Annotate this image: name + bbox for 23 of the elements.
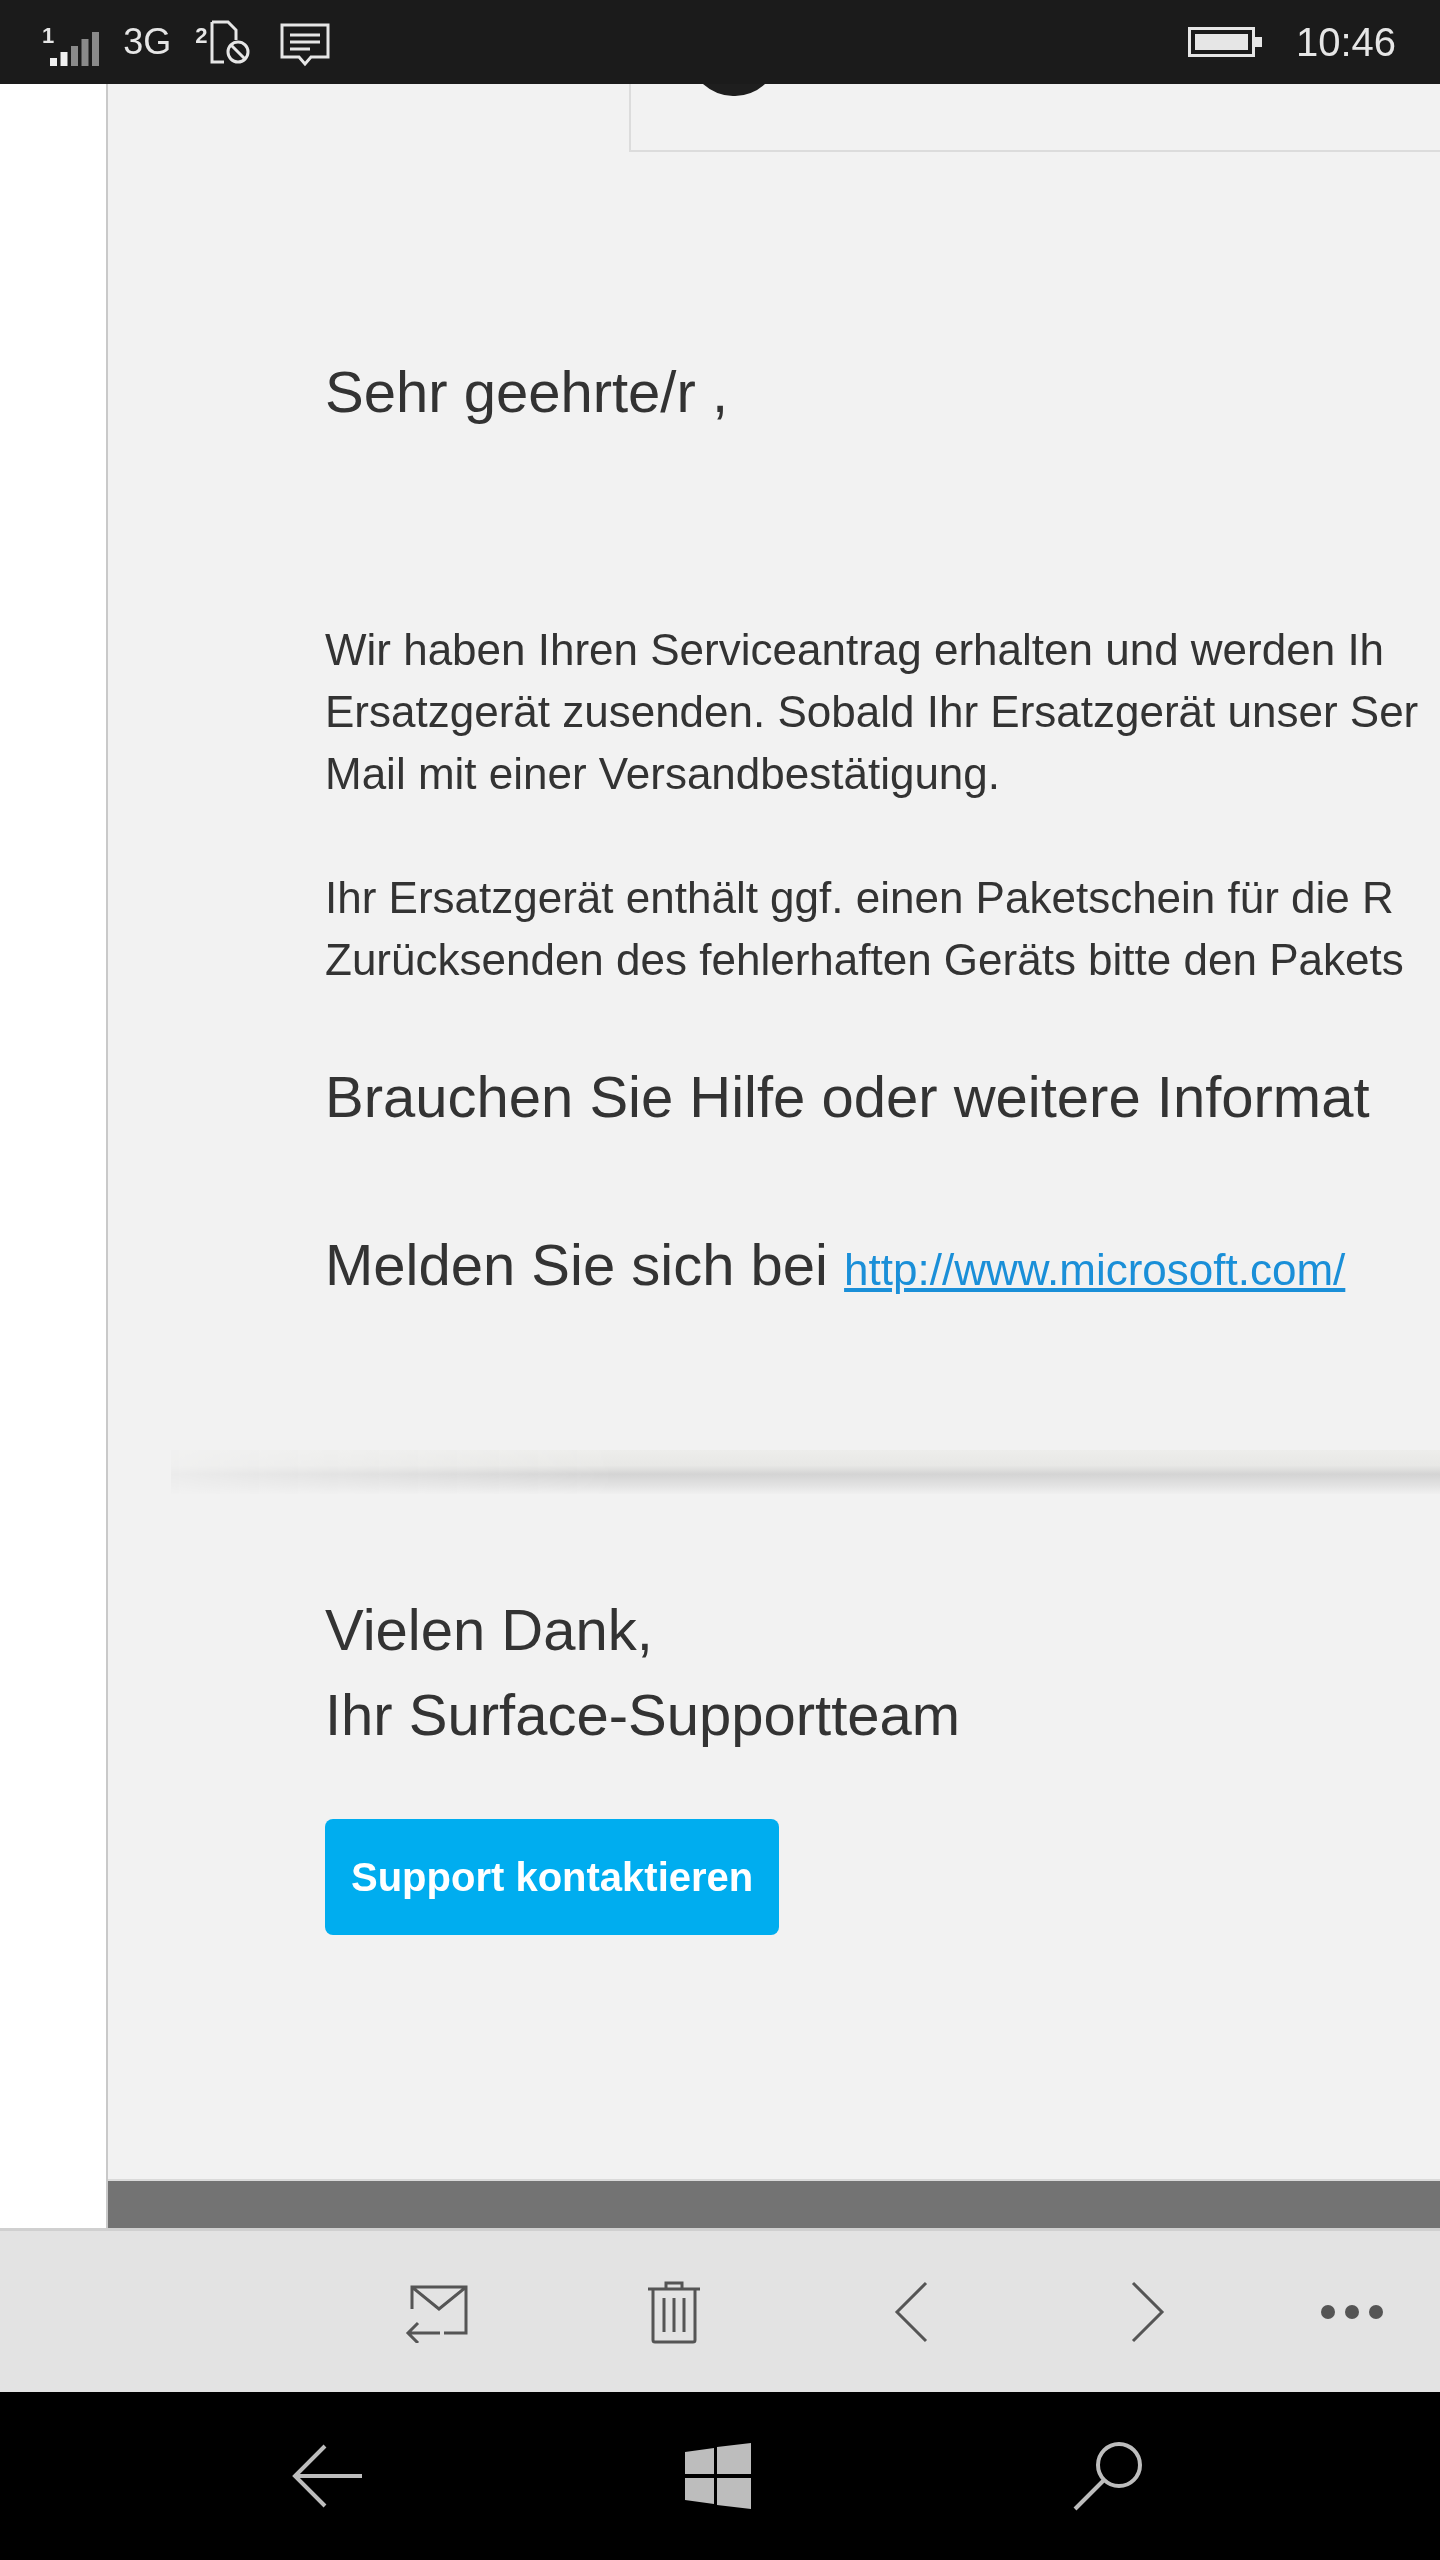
- body-paragraph: Wir haben Ihren Serviceantrag erhalten und werden Ih Ersatzgerät zusenden. Sobald Ihr Ersatzgerät unser Ser Mail mit einer Versandbestätigung.: [325, 624, 1419, 800]
- contact-support-button[interactable]: Support kontaktieren: [325, 1819, 780, 1935]
- message-icon: [279, 23, 330, 67]
- body-paragraph: Ihr Ersatzgerät enthält ggf. einen Paketschein für die R Zurücksenden des fehlerhaften Geräts bitte den Pakets: [325, 872, 1404, 986]
- back-arrow-icon: [292, 2444, 364, 2508]
- sim-blocked-icon: [209, 20, 250, 64]
- support-link[interactable]: http://www.microsoft.com/: [844, 1245, 1346, 1294]
- search-icon: [1073, 2441, 1143, 2511]
- more-icon: [1320, 2303, 1384, 2320]
- trash-icon: [646, 2279, 702, 2344]
- clock: 10:46: [1295, 19, 1396, 65]
- closing-text: Vielen Dank,: [325, 1596, 653, 1664]
- network-type: 3G: [123, 21, 172, 63]
- greeting: Sehr geehrte/r ,: [325, 358, 728, 425]
- battery-icon: [1187, 27, 1262, 57]
- login-text: Melden Sie sich bei: [325, 1232, 828, 1297]
- help-heading: Brauchen Sie Hilfe oder weitere Informat: [325, 1063, 1370, 1131]
- chevron-right-icon: [1131, 2280, 1165, 2343]
- sim-number: 1: [42, 25, 55, 47]
- signature: Ihr Surface-Supportteam: [325, 1681, 961, 1749]
- chevron-left-icon: [894, 2280, 928, 2343]
- sim-number: 2: [195, 25, 208, 47]
- windows-logo-icon: [685, 2443, 751, 2509]
